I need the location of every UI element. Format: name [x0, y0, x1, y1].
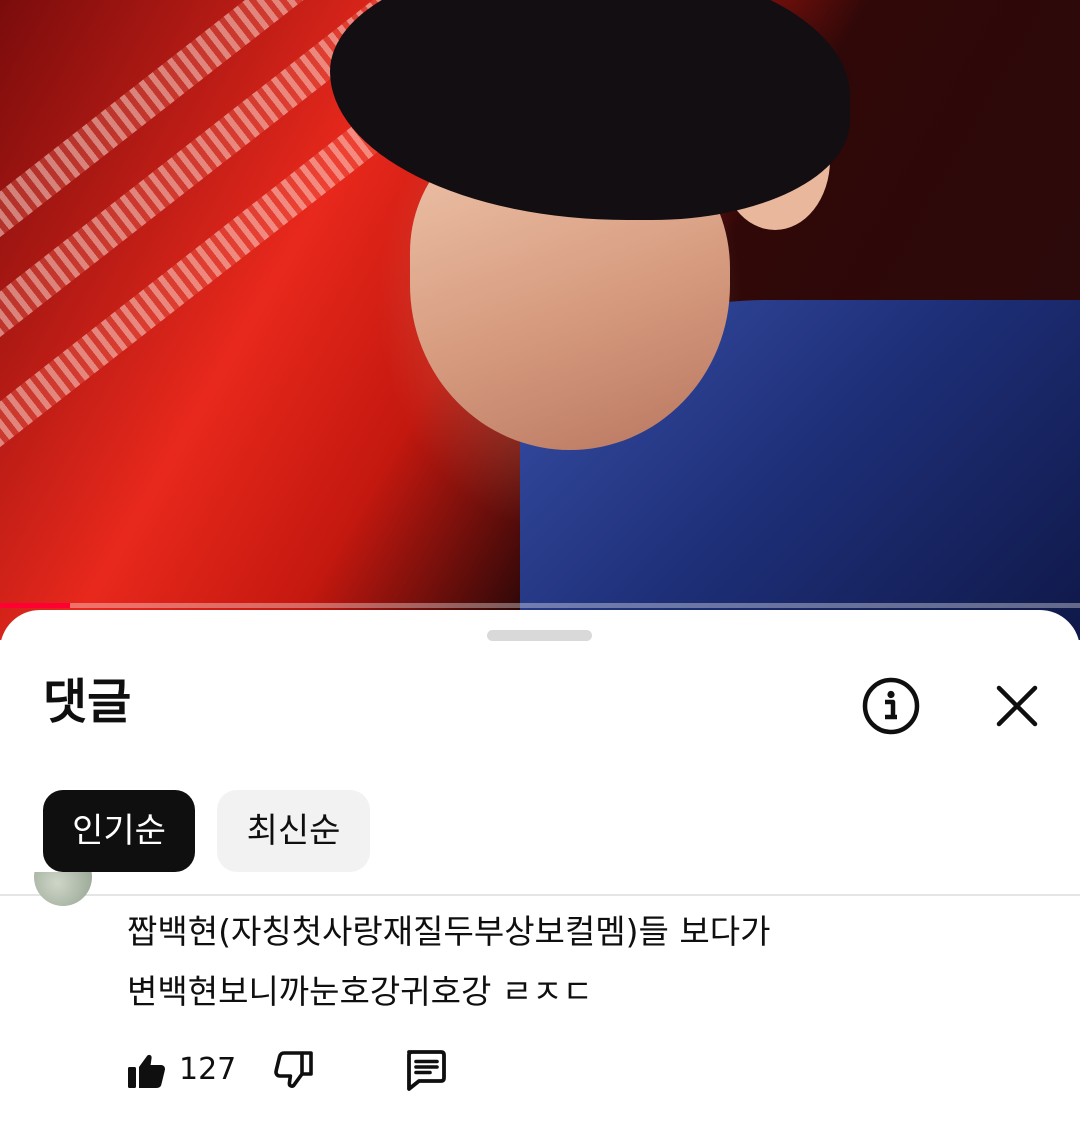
comments-title: 댓글 [43, 674, 132, 730]
comments-sheet: 댓글 인기순 최신순 짭백현(자칭첫사랑재질두부상보컬멤)들 보다가 변백현보니… [0, 610, 1080, 1135]
comment-line: 변백현보니까눈호강귀호강 ㄹㅈㄷ [127, 972, 593, 1011]
video-frame-hair [330, 0, 850, 220]
reply-button[interactable] [401, 1040, 449, 1100]
close-button[interactable] [985, 674, 1049, 738]
dislike-button[interactable] [272, 1040, 316, 1100]
video-player[interactable] [0, 0, 1080, 640]
like-button[interactable] [125, 1040, 169, 1100]
comment-actions: 127 [0, 1040, 1080, 1100]
thumbs-up-icon [128, 1054, 166, 1088]
sort-chip-newest[interactable]: 최신순 [217, 790, 370, 872]
avatar[interactable] [34, 872, 92, 910]
like-count: 127 [179, 1052, 237, 1087]
video-progress-fill [0, 603, 71, 608]
sort-chip-top[interactable]: 인기순 [43, 790, 195, 872]
drag-handle[interactable] [487, 630, 592, 641]
close-icon [996, 685, 1038, 727]
video-progress-bar[interactable] [0, 603, 1080, 608]
divider [0, 894, 1080, 896]
info-circle-icon [862, 677, 920, 735]
comment-text: 짭백현(자칭첫사랑재질두부상보컬멤)들 보다가 변백현보니까눈호강귀호강 ㄹㅈㄷ [127, 902, 1027, 1022]
thumbs-down-icon [274, 1051, 313, 1088]
comment-line: 짭백현(자칭첫사랑재질두부상보컬멤)들 보다가 [127, 912, 771, 951]
reply-icon [407, 1050, 446, 1091]
info-button[interactable] [859, 674, 923, 738]
